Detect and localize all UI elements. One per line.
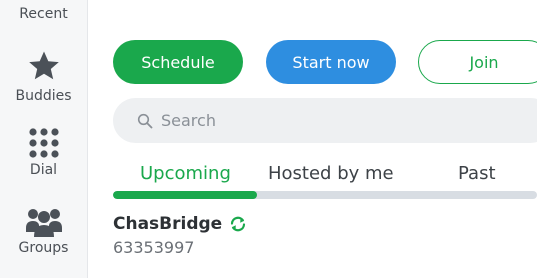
search-placeholder: Search bbox=[161, 111, 216, 130]
sidebar-item-label: Dial bbox=[29, 162, 58, 178]
sidebar: Recent Buddies Dial Groups bbox=[0, 0, 88, 278]
search-icon bbox=[137, 113, 153, 128]
tab-track bbox=[113, 191, 537, 199]
dialpad-icon bbox=[28, 128, 59, 158]
sidebar-item-dial[interactable]: Dial bbox=[0, 126, 87, 178]
star-icon bbox=[28, 51, 59, 80]
schedule-button-label: Schedule bbox=[141, 52, 215, 72]
tab-active-indicator bbox=[113, 191, 257, 199]
recurring-icon bbox=[231, 216, 246, 232]
schedule-button[interactable]: Schedule bbox=[113, 40, 243, 84]
meeting-id: 63353997 bbox=[113, 238, 195, 257]
tab-past[interactable]: Past bbox=[458, 163, 496, 184]
meeting-title: ChasBridge bbox=[113, 214, 223, 234]
meeting-title-row: ChasBridge bbox=[113, 214, 413, 234]
sidebar-item-buddies[interactable]: Buddies bbox=[0, 50, 87, 104]
group-icon bbox=[25, 209, 62, 237]
search-input[interactable]: Search bbox=[113, 98, 537, 143]
sidebar-item-label: Groups bbox=[18, 240, 69, 256]
tab-upcoming[interactable]: Upcoming bbox=[140, 163, 231, 184]
meeting-tabs: Upcoming Hosted by me Past bbox=[113, 160, 537, 200]
start-now-button[interactable]: Start now bbox=[266, 40, 396, 84]
tab-hosted-by-me[interactable]: Hosted by me bbox=[268, 163, 394, 184]
sidebar-item-label: Buddies bbox=[15, 88, 72, 104]
start-now-button-label: Start now bbox=[292, 52, 370, 72]
sidebar-item-recent[interactable]: Recent bbox=[0, 6, 87, 22]
sidebar-item-groups[interactable]: Groups bbox=[0, 204, 87, 256]
sidebar-item-label: Recent bbox=[19, 6, 68, 22]
join-button[interactable]: Join bbox=[418, 40, 537, 84]
join-button-label: Join bbox=[469, 52, 499, 72]
list-item[interactable]: ChasBridge 63353997 bbox=[113, 214, 413, 257]
